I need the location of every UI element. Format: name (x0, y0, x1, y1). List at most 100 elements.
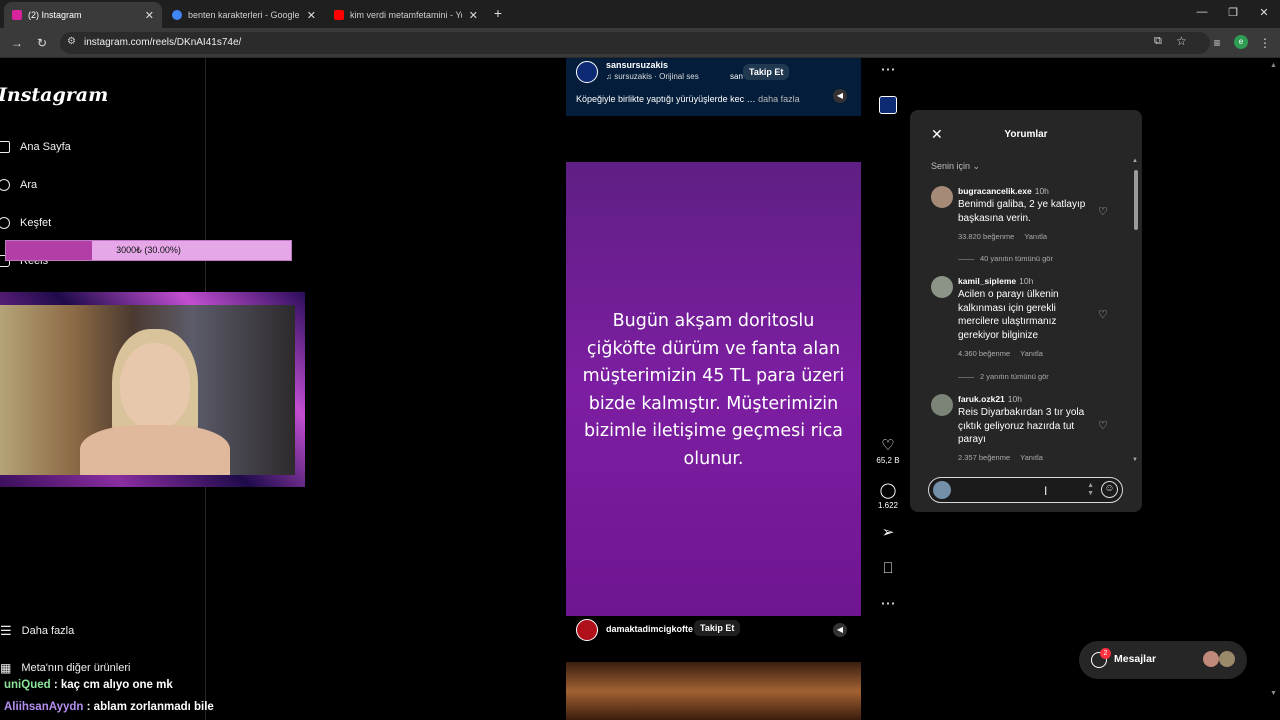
sidebar-item-home[interactable]: Ana Sayfa (0, 137, 71, 157)
minimize-icon[interactable]: — (1195, 6, 1209, 18)
emoji-icon[interactable]: ☺ (1101, 481, 1118, 498)
tab-google[interactable]: benten karakterleri - Google'da ✕ (164, 2, 324, 28)
sidebar-meta-products[interactable]: ▦ Meta'nın diğer ürünleri (0, 658, 130, 678)
follow-button[interactable]: Takip Et (743, 64, 790, 80)
url-field[interactable]: ⚙ instagram.com/reels/DKnAI41s74e/ ⧉ ☆ (60, 32, 1210, 54)
compass-icon (0, 217, 10, 229)
reel-caption[interactable]: Köpeğiyle birlikte yaptığı yürüyüşlerde … (576, 94, 800, 104)
reel-video[interactable]: Bugün akşam doritoslu çiğköfte dürüm ve … (566, 162, 861, 616)
chat-text: : ablam zorlanmadı bile (86, 701, 214, 713)
comment-input[interactable]: I ▲ ▼ ☺ (928, 477, 1123, 503)
donation-goal-text: 3000₺ (30.00%) (116, 245, 181, 255)
share-button[interactable]: ➢ (876, 525, 900, 541)
partial-name: san (730, 72, 743, 81)
messages-button[interactable]: 2 Mesajlar (1079, 641, 1247, 679)
avatar[interactable] (576, 619, 598, 641)
profile-avatar[interactable]: e (1234, 35, 1248, 49)
comment-user[interactable]: faruk.ozk21 10h (958, 394, 1022, 404)
comment-username[interactable]: bugracancelik.exe (958, 186, 1032, 196)
webcam-frame (0, 292, 305, 487)
sidebar-item-label: Ana Sayfa (20, 141, 71, 153)
text-cursor-icon: I (1044, 484, 1048, 498)
scroll-down-arrow-icon[interactable]: ▼ (1132, 457, 1138, 463)
reply-button[interactable]: Yanıtla (1020, 349, 1043, 358)
avatar (1219, 651, 1235, 667)
more-options-icon[interactable]: ⋯ (876, 62, 900, 78)
tab-youtube[interactable]: kim verdi metamfetamini - You ✕ (326, 2, 486, 28)
bookmark-star-icon[interactable]: ☆ (1176, 34, 1187, 48)
sort-label: Senin için (931, 161, 971, 171)
more-link[interactable]: daha fazla (758, 94, 800, 104)
save-button[interactable]: ⎕ (876, 561, 900, 577)
media-control-icon[interactable]: ≡ (1210, 36, 1224, 50)
instagram-favicon-icon (12, 10, 22, 20)
donation-goal-bar: 3000₺ (30.00%) (5, 240, 292, 261)
install-app-icon[interactable]: ⧉ (1154, 35, 1162, 48)
view-replies-link[interactable]: 40 yanıtın tümünü gör (958, 254, 1053, 263)
chat-username: AliihsanAyydn (4, 701, 84, 713)
comment-sort-dropdown[interactable]: Senin için ⌄ (931, 161, 980, 172)
page-scroll-up-icon[interactable]: ▲ (1270, 62, 1277, 69)
avatar[interactable] (931, 394, 953, 416)
avatar[interactable] (931, 186, 953, 208)
chat-username: uniQued (4, 679, 51, 691)
avatar[interactable] (931, 276, 953, 298)
kebab-menu-icon[interactable]: ⋮ (1258, 36, 1272, 50)
heart-icon[interactable]: ♡ (1098, 419, 1108, 432)
heart-icon[interactable]: ♡ (1098, 205, 1108, 218)
google-favicon-icon (172, 10, 182, 20)
reel-username[interactable]: damaktadimcigkofte (606, 624, 693, 634)
close-tab-icon[interactable]: ✕ (307, 9, 316, 22)
reload-icon[interactable]: ↻ (35, 36, 49, 50)
instagram-logo[interactable]: Instagram (0, 84, 108, 106)
comment-user[interactable]: bugracancelik.exe 10h (958, 186, 1049, 196)
next-reel-preview[interactable] (566, 662, 861, 720)
heart-icon[interactable]: ♡ (1098, 308, 1108, 321)
mute-icon[interactable]: ◀ (833, 623, 847, 637)
grid-icon: ▦ (0, 661, 12, 675)
streamer-body (80, 425, 230, 475)
reel-username[interactable]: sansursuzakis (606, 60, 668, 70)
sidebar-item-explore[interactable]: Keşfet (0, 213, 51, 233)
audio-thumbnail[interactable] (876, 96, 900, 119)
close-tab-icon[interactable]: ✕ (469, 9, 478, 22)
hamburger-icon: ☰ (0, 623, 12, 638)
scroll-up-arrow-icon[interactable]: ▲ (1132, 158, 1138, 164)
comment-button[interactable]: ◯ 1.622 (876, 483, 900, 511)
close-window-icon[interactable]: ✕ (1257, 6, 1271, 19)
sidebar-item-search[interactable]: Ara (0, 175, 37, 195)
mute-icon[interactable]: ◀ (833, 89, 847, 103)
reply-button[interactable]: Yanıtla (1020, 453, 1043, 462)
page-scroll-down-icon[interactable]: ▼ (1270, 690, 1277, 697)
comment-count: 1.622 (877, 501, 899, 510)
sidebar-more[interactable]: ☰ Daha fazla (0, 621, 74, 641)
site-info-icon[interactable]: ⚙ (67, 36, 76, 47)
reel-info-bar: damaktadimcigkofte Takip Et ◀ (566, 616, 861, 646)
search-icon (0, 179, 10, 191)
view-replies-link[interactable]: 2 yanıtın tümünü gör (958, 372, 1049, 381)
address-bar: → ↻ ⚙ instagram.com/reels/DKnAI41s74e/ ⧉… (0, 28, 1280, 58)
like-button[interactable]: ♡ 65,2 B (876, 438, 900, 466)
reel-more-icon[interactable]: ⋯ (876, 596, 900, 612)
comment-text: Reis Diyarbakırdan 3 tır yola çıktık gel… (958, 407, 1085, 445)
tab-instagram[interactable]: (2) Instagram ✕ (4, 2, 162, 28)
previous-reel-card[interactable]: sansursuzakis ♫ sursuzakis · Orijinal se… (566, 58, 861, 116)
reply-button[interactable]: Yanıtla (1024, 232, 1047, 241)
comment-text: Acilen o parayı ülkenin kalkınması için … (958, 289, 1059, 341)
comment-likes: 33.820 beğenme (958, 232, 1015, 241)
bookmark-icon: ⎕ (883, 560, 893, 577)
new-tab-icon[interactable]: + (491, 5, 505, 21)
browser-tab-bar: (2) Instagram ✕ benten karakterleri - Go… (0, 0, 1280, 28)
comment-username[interactable]: faruk.ozk21 (958, 394, 1005, 404)
comments-scrollbar[interactable] (1134, 170, 1138, 230)
comment-username[interactable]: kamil_sipleme (958, 276, 1016, 286)
avatar[interactable] (576, 61, 598, 83)
forward-icon[interactable]: → (10, 36, 24, 50)
comment-user[interactable]: kamil_sipleme 10h (958, 276, 1033, 286)
restore-icon[interactable]: ❐ (1226, 6, 1240, 19)
comment-likes: 2.357 beğenme (958, 453, 1011, 462)
comment-time: 10h (1019, 276, 1034, 286)
follow-button[interactable]: Takip Et (694, 620, 741, 636)
close-tab-icon[interactable]: ✕ (145, 9, 154, 22)
reel-audio[interactable]: ♫ sursuzakis · Orijinal ses (606, 72, 699, 81)
